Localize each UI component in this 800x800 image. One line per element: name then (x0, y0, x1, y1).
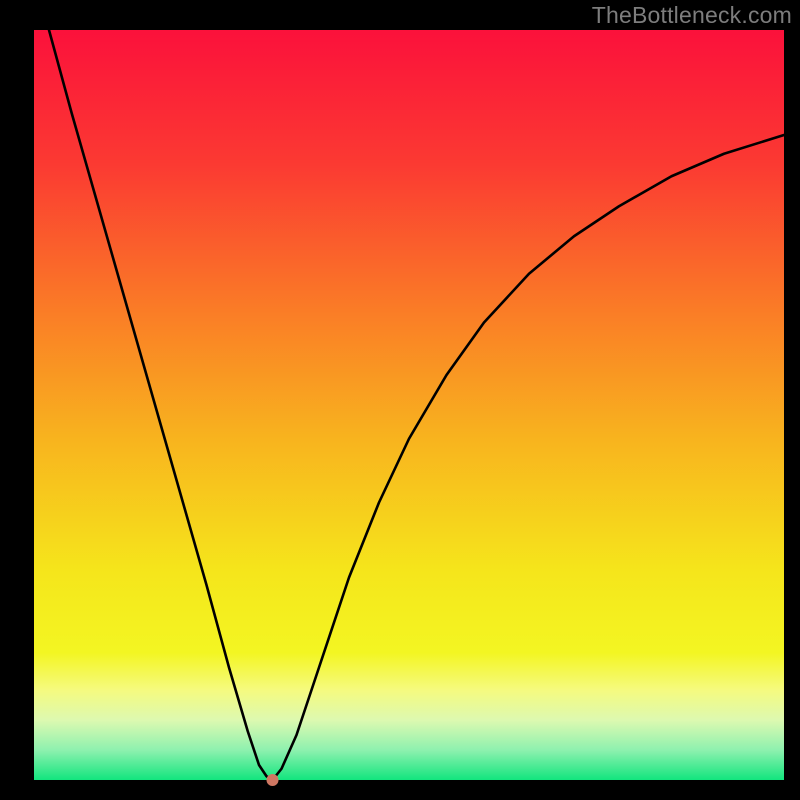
chart-container: TheBottleneck.com (0, 0, 800, 800)
attribution-text: TheBottleneck.com (592, 2, 792, 29)
bottleneck-chart (0, 0, 800, 800)
plot-background (34, 30, 784, 780)
optimal-point-marker (267, 774, 279, 786)
